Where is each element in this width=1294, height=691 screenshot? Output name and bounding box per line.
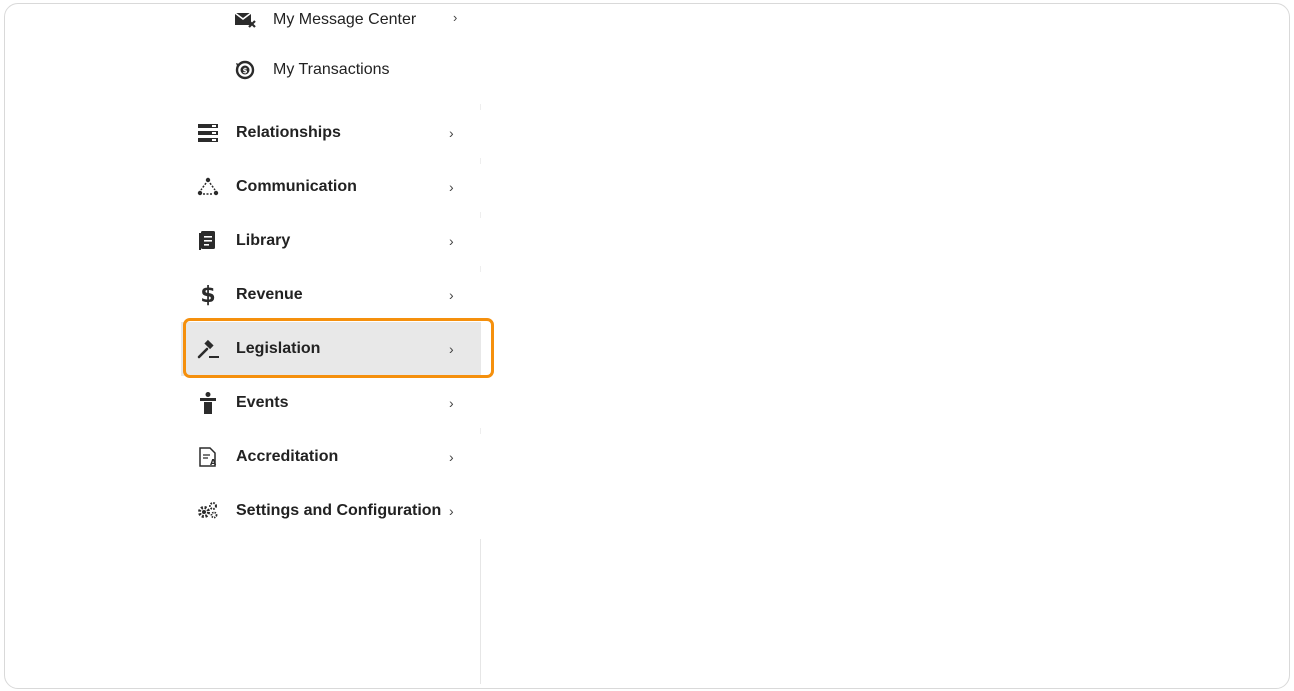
chevron-right-icon: › bbox=[449, 287, 454, 303]
sidebar-item-label: Settings and Configuration bbox=[236, 502, 442, 519]
chevron-right-icon: › bbox=[449, 503, 454, 519]
chevron-right-icon: › bbox=[453, 10, 458, 25]
main-content-area bbox=[481, 4, 1289, 688]
sidebar-item-label: Library bbox=[236, 232, 291, 249]
gavel-icon bbox=[197, 338, 219, 360]
chevron-right-icon: › bbox=[449, 233, 454, 249]
transactions-icon: $ bbox=[233, 58, 257, 82]
chevron-right-icon: › bbox=[449, 395, 454, 411]
sidebar-item-communication[interactable]: Communication › bbox=[181, 160, 481, 214]
sidebar-item-events[interactable]: Events › bbox=[181, 376, 481, 430]
svg-text:A: A bbox=[210, 458, 217, 467]
communication-icon bbox=[197, 176, 219, 198]
sidebar-item-label: Legislation bbox=[236, 340, 321, 357]
chevron-right-icon: › bbox=[449, 341, 454, 357]
sidebar-item-label: Relationships bbox=[236, 124, 341, 141]
dollar-icon: $ bbox=[197, 282, 219, 308]
sidebar-subitem-label: My Message Center bbox=[273, 11, 417, 28]
sidebar-nav: My Message Center › $ My Transactions Re… bbox=[5, 4, 481, 688]
sidebar-item-settings[interactable]: Settings and Configuration › bbox=[181, 484, 481, 538]
gears-icon bbox=[197, 500, 219, 522]
events-icon bbox=[197, 392, 219, 414]
sidebar-item-legislation[interactable]: Legislation › bbox=[181, 322, 481, 376]
sidebar-item-label: Communication bbox=[236, 178, 357, 195]
mail-icon bbox=[233, 8, 257, 32]
sidebar-subitem-my-transactions[interactable]: $ My Transactions bbox=[233, 50, 473, 90]
sidebar-item-label: Revenue bbox=[236, 286, 303, 303]
sidebar-item-accreditation[interactable]: A Accreditation › bbox=[181, 430, 481, 484]
sidebar-subitem-label: My Transactions bbox=[273, 61, 390, 78]
sidebar-item-label: Events bbox=[236, 394, 289, 411]
sidebar-item-revenue[interactable]: $ Revenue › bbox=[181, 268, 481, 322]
accreditation-icon: A bbox=[197, 446, 219, 468]
sidebar-item-relationships[interactable]: Relationships › bbox=[181, 106, 481, 160]
sidebar-item-library[interactable]: Library › bbox=[181, 214, 481, 268]
svg-text:$: $ bbox=[243, 67, 248, 75]
app-window: My Message Center › $ My Transactions Re… bbox=[4, 3, 1290, 689]
relationships-icon bbox=[197, 122, 219, 144]
chevron-right-icon: › bbox=[449, 449, 454, 465]
library-icon bbox=[197, 230, 219, 252]
chevron-right-icon: › bbox=[449, 125, 454, 141]
sidebar-item-label: Accreditation bbox=[236, 448, 339, 465]
dollar-glyph: $ bbox=[200, 282, 216, 308]
sidebar-subitem-message-center[interactable]: My Message Center › bbox=[233, 4, 473, 40]
chevron-right-icon: › bbox=[449, 179, 454, 195]
